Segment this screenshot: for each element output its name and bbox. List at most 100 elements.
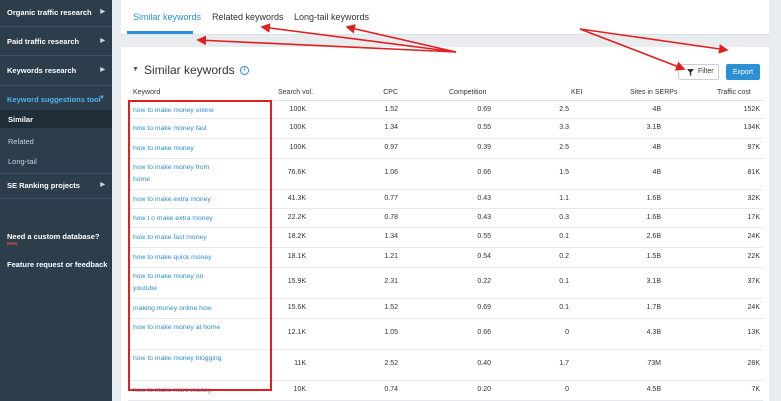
keyword-link[interactable]: how to make money fast xyxy=(133,123,223,135)
keyword-link[interactable]: making money online how xyxy=(133,303,223,315)
cell-kei: 0 xyxy=(565,329,569,336)
cell-cpc: 1.21 xyxy=(384,253,398,260)
cell-cpc: 1.34 xyxy=(384,233,398,240)
sidebar-item-label: Organic traffic research xyxy=(7,8,92,17)
col-header-traffic-cost[interactable]: Traffic cost xyxy=(717,89,751,96)
export-button[interactable]: Export xyxy=(726,64,760,80)
sidebar: Organic traffic research ▶ Paid traffic … xyxy=(0,0,112,401)
sidebar-item-label: Keywords research xyxy=(7,66,77,75)
sidebar-item-keywords-research[interactable]: Keywords research ▶ xyxy=(0,66,112,75)
cell-comp: 0.43 xyxy=(477,214,491,221)
col-header-cpc[interactable]: CPC xyxy=(368,89,398,96)
tab-related-keywords[interactable]: Related keywords xyxy=(212,12,284,22)
table-row: how to make money from home 76.6K 1.06 0.66… xyxy=(128,159,763,190)
keyword-link[interactable]: how to make money xyxy=(133,143,223,155)
col-header-keyword[interactable]: Keyword xyxy=(133,89,160,96)
table-row: how to make fast money 18.2K 1.34 0.55 0.1 2.… xyxy=(128,228,763,248)
col-header-sites-in-serps[interactable]: Sites in SERPs xyxy=(630,89,677,96)
sidebar-subitem-similar[interactable]: Similar xyxy=(0,115,112,124)
table-row: how to make money at home 12.1K 1.05 0.66 0 4… xyxy=(128,319,763,350)
keyword-link[interactable]: how to make money on youtube xyxy=(133,271,223,294)
keyword-link[interactable]: how to make money blogging xyxy=(133,353,223,365)
cell-vol: 100K xyxy=(289,124,306,131)
col-header-competition[interactable]: Competition xyxy=(449,89,486,96)
cell-cost: 24K xyxy=(747,233,760,240)
tab-bar: Similar keywords Related keywords Long-t… xyxy=(121,0,769,35)
divider xyxy=(0,26,112,27)
cell-kei: 0.2 xyxy=(559,253,569,260)
cell-sites: 1.5B xyxy=(646,253,661,260)
table-row: how to make more money 10K 0.74 0.20 0 4.5B 7K xyxy=(128,381,763,401)
panel-title: Similar keywords xyxy=(144,63,235,77)
table-row: how t o make extra money 22.2K 0.78 0.43 0.3… xyxy=(128,209,763,228)
feedback-label: Feature request or feedback xyxy=(7,260,108,269)
keyword-link[interactable]: how to make quick money xyxy=(133,252,223,264)
sidebar-item-organic-traffic[interactable]: Organic traffic research ▶ xyxy=(0,8,112,17)
table-row: how to make quick money 18.1K 1.21 0.54 0.2 1… xyxy=(128,248,763,268)
keyword-link[interactable]: how to make money online xyxy=(133,105,223,117)
cell-sites: 3.1B xyxy=(646,124,661,131)
cell-vol: 11K xyxy=(294,360,306,367)
sidebar-item-label: Paid traffic research xyxy=(7,37,80,46)
col-header-search-volume[interactable]: Search vol. xyxy=(278,89,313,96)
cell-vol: 18.1K xyxy=(287,253,306,260)
cell-cpc: 0.74 xyxy=(384,386,398,393)
keyword-link[interactable]: how to make money at home xyxy=(133,322,223,334)
table-row: how to make money fast 100K 1.34 0.55 3.3 3.1… xyxy=(128,119,763,139)
similar-keywords-panel: ▼ Similar keywords i Filter Export Keywo… xyxy=(121,47,769,401)
cell-kei: 0 xyxy=(565,386,569,393)
divider xyxy=(0,173,112,174)
cell-sites: 1.6B xyxy=(646,214,661,221)
cell-sites: 4B xyxy=(652,106,661,113)
keyword-link[interactable]: how to make more money xyxy=(133,385,223,397)
tab-similar-keywords[interactable]: Similar keywords xyxy=(133,12,201,22)
keyword-link[interactable]: how to make extra money xyxy=(133,194,223,206)
cell-cpc: 1.05 xyxy=(384,329,398,336)
active-tab-indicator xyxy=(127,31,193,34)
cell-kei: 0.1 xyxy=(559,278,569,285)
cell-kei: 3.3 xyxy=(559,124,569,131)
sidebar-item-paid-traffic[interactable]: Paid traffic research ▶ xyxy=(0,37,112,46)
cell-comp: 0.40 xyxy=(477,360,491,367)
collapse-triangle-icon[interactable]: ▼ xyxy=(132,66,139,73)
cell-vol: 41.3K xyxy=(287,195,306,202)
sidebar-item-se-ranking[interactable]: SE Ranking projects ▶ xyxy=(0,181,112,190)
chevron-down-icon: ▼ xyxy=(99,95,105,101)
keyword-link[interactable]: how to make money from home xyxy=(133,162,223,185)
cell-kei: 1.7 xyxy=(559,360,569,367)
cell-cost: 152K xyxy=(743,106,760,113)
info-icon[interactable]: i xyxy=(240,66,249,75)
cell-vol: 100K xyxy=(289,106,306,113)
sidebar-item-keyword-suggestions[interactable]: Keyword suggestions tool ▼ xyxy=(0,95,112,104)
sidebar-subitem-long-tail[interactable]: Long-tail xyxy=(0,157,112,166)
sidebar-custom-database-link[interactable]: Need a custom database? NEW xyxy=(0,232,112,251)
keyword-link[interactable]: how to make fast money xyxy=(133,232,223,244)
sidebar-feedback-link[interactable]: Feature request or feedback xyxy=(0,260,112,269)
cell-vol: 15.6K xyxy=(287,304,306,311)
cell-vol: 22.2K xyxy=(287,214,306,221)
filter-button[interactable]: Filter xyxy=(678,64,719,80)
cell-kei: 0.3 xyxy=(559,214,569,221)
col-header-kei[interactable]: KEI xyxy=(571,89,582,96)
cell-sites: 4B xyxy=(652,144,661,151)
cell-cost: 24K xyxy=(747,304,760,311)
table-row: how to make money on youtube 15.9K 2.31 0.2… xyxy=(128,268,763,299)
cell-cost: 17K xyxy=(747,214,760,221)
chevron-right-icon: ▶ xyxy=(100,182,105,188)
keyword-link[interactable]: how t o make extra money xyxy=(133,213,223,225)
divider xyxy=(0,55,112,56)
divider xyxy=(0,85,112,86)
table-row: how to make money online 100K 1.52 0.69 2.5 4… xyxy=(128,101,763,119)
tab-long-tail-keywords[interactable]: Long-tail keywords xyxy=(294,12,369,22)
sidebar-subitem-related[interactable]: Related xyxy=(0,137,112,146)
cell-sites: 2.6B xyxy=(646,233,661,240)
table-header: Keyword Search vol. CPC Competition KEI … xyxy=(128,86,763,101)
divider xyxy=(0,198,112,199)
table-row: how to make money blogging 11K 2.52 0.40 1.7… xyxy=(128,350,763,381)
cell-vol: 76.6K xyxy=(287,169,306,176)
cell-cpc: 1.52 xyxy=(384,106,398,113)
cell-kei: 0.1 xyxy=(559,304,569,311)
cell-cost: 37K xyxy=(747,278,760,285)
cell-kei: 2.5 xyxy=(559,144,569,151)
table-row: making money online how 15.6K 1.52 0.69 0.1 1… xyxy=(128,299,763,319)
